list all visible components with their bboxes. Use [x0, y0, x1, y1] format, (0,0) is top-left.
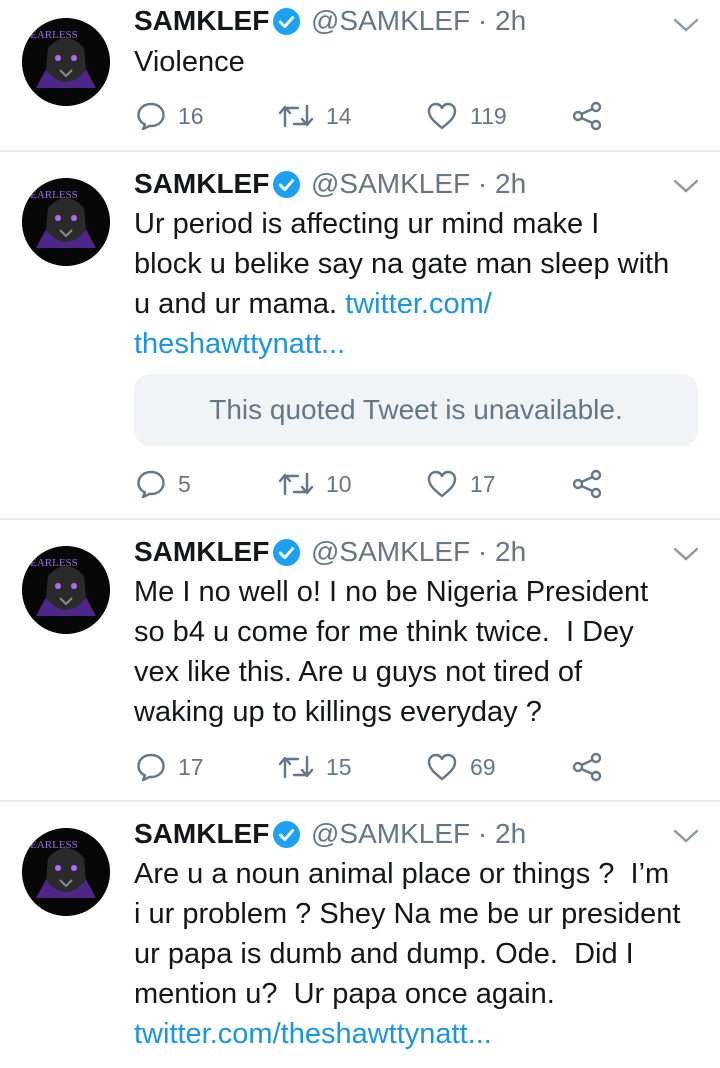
- share-icon: [572, 101, 602, 131]
- verified-badge-icon: [273, 8, 300, 35]
- handle-time[interactable]: @SAMKLEF · 2h: [311, 167, 526, 201]
- reply-button[interactable]: 17: [136, 750, 204, 784]
- handle-time[interactable]: @SAMKLEF · 2h: [311, 535, 526, 569]
- chevron-down-icon[interactable]: [672, 545, 700, 563]
- author-name[interactable]: SAMKLEF: [134, 4, 269, 38]
- retweet-count: 15: [326, 753, 352, 780]
- verified-badge-icon: [273, 539, 300, 566]
- tweet-text: Me I no well o! I no be Nigeria Presiden…: [134, 572, 704, 732]
- avatar-lettering: FEARLESS: [24, 29, 78, 41]
- share-icon: [572, 469, 602, 499]
- retweet-button[interactable]: 10: [278, 467, 352, 501]
- tweet-text: Are u a noun animal place or things ? I’…: [134, 854, 704, 1054]
- like-button[interactable]: 119: [426, 99, 507, 133]
- reply-button[interactable]: 5: [136, 467, 191, 501]
- like-button[interactable]: 17: [426, 467, 496, 501]
- author-name[interactable]: SAMKLEF: [134, 535, 269, 569]
- verified-badge-icon: [273, 171, 300, 198]
- tweet[interactable]: FEARLESS SAMKLEF @SAMKLEF · 2h Ur period…: [0, 152, 720, 520]
- retweet-icon: [278, 755, 314, 779]
- avatar-lettering: FEARLESS: [24, 189, 78, 201]
- retweet-icon: [278, 472, 314, 496]
- tweet-text: Violence: [134, 42, 704, 82]
- share-button[interactable]: [572, 467, 602, 501]
- retweet-count: 10: [326, 470, 352, 497]
- like-count: 119: [470, 102, 507, 129]
- share-icon: [572, 752, 602, 782]
- retweet-button[interactable]: 14: [278, 99, 352, 133]
- tweet-body: Violence: [134, 46, 245, 78]
- avatar[interactable]: FEARLESS: [22, 178, 110, 266]
- reply-count: 17: [178, 753, 204, 780]
- tweet-body: Me I no well o! I no be Nigeria Presiden…: [134, 576, 649, 728]
- retweet-count: 14: [326, 102, 352, 129]
- handle-time[interactable]: @SAMKLEF · 2h: [311, 817, 526, 851]
- quoted-tweet-unavailable: This quoted Tweet is unavailable.: [134, 374, 698, 446]
- retweet-button[interactable]: 15: [278, 750, 352, 784]
- chevron-down-icon[interactable]: [672, 827, 700, 845]
- chevron-down-icon[interactable]: [672, 16, 700, 34]
- tweet-body: Are u a noun animal place or things ? I’…: [134, 858, 681, 1010]
- reply-count: 5: [178, 470, 191, 497]
- avatar[interactable]: FEARLESS: [22, 18, 110, 106]
- avatar-lettering: FEARLESS: [24, 839, 78, 851]
- heart-icon: [427, 470, 457, 498]
- tweet[interactable]: FEARLESS SAMKLEF @SAMKLEF · 2h Are u a n…: [0, 802, 720, 1068]
- handle-time[interactable]: @SAMKLEF · 2h: [311, 4, 526, 38]
- reply-icon: [137, 753, 165, 782]
- share-button[interactable]: [572, 750, 602, 784]
- avatar-lettering: FEARLESS: [24, 557, 78, 569]
- avatar-image: FEARLESS: [22, 18, 110, 106]
- heart-icon: [427, 753, 457, 781]
- avatar-image: FEARLESS: [22, 178, 110, 266]
- reply-count: 16: [178, 102, 204, 129]
- author-name[interactable]: SAMKLEF: [134, 167, 269, 201]
- avatar[interactable]: FEARLESS: [22, 546, 110, 634]
- avatar-image: FEARLESS: [22, 828, 110, 916]
- retweet-icon: [278, 104, 314, 128]
- tweet[interactable]: FEARLESS SAMKLEF @SAMKLEF · 2h Violence …: [0, 0, 720, 152]
- chevron-down-icon[interactable]: [672, 177, 700, 195]
- reply-button[interactable]: 16: [136, 99, 204, 133]
- like-count: 69: [470, 753, 496, 780]
- like-count: 17: [470, 470, 496, 497]
- reply-icon: [137, 102, 165, 131]
- tweet-text: Ur period is affecting ur mind make I bl…: [134, 204, 704, 364]
- verified-badge-icon: [273, 821, 300, 848]
- tweet[interactable]: FEARLESS SAMKLEF @SAMKLEF · 2h Me I no w…: [0, 520, 720, 802]
- tweet-link[interactable]: twitter.com/theshawttynatt...: [134, 1018, 492, 1050]
- author-name[interactable]: SAMKLEF: [134, 817, 269, 851]
- like-button[interactable]: 69: [426, 750, 496, 784]
- avatar-image: FEARLESS: [22, 546, 110, 634]
- reply-icon: [137, 470, 165, 499]
- share-button[interactable]: [572, 99, 602, 133]
- avatar[interactable]: FEARLESS: [22, 828, 110, 916]
- heart-icon: [427, 102, 457, 130]
